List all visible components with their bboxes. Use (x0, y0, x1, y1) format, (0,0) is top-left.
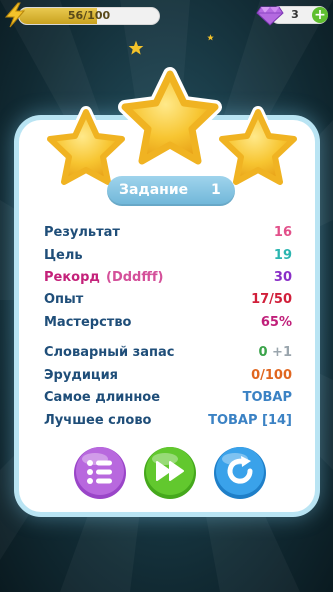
word-row-best: Лучшее слово ТОВАР [14] (44, 413, 292, 431)
vocabulary-count: 0 (258, 345, 268, 360)
stat-label: Опыт (44, 292, 84, 307)
stat-label: Цель (44, 248, 83, 263)
record-holder: (Dddfff) (106, 270, 164, 285)
list-icon (74, 447, 126, 499)
diamond-icon (256, 6, 284, 26)
word-label: Словарный запас (44, 345, 175, 360)
word-value: 0/100 (251, 368, 292, 383)
fast-forward-icon (144, 447, 196, 499)
stat-row-mastery: Мастерство 65% (44, 315, 292, 333)
word-row-erudition: Эрудиция 0/100 (44, 368, 292, 386)
word-row-longest: Самое длинное ТОВАР (44, 390, 292, 408)
next-level-button[interactable] (143, 446, 197, 500)
stat-value: 65% (260, 315, 292, 330)
stat-value: 16 (273, 225, 292, 240)
word-value: ТОВАР [14] (208, 413, 292, 428)
word-label: Лучшее слово (44, 413, 152, 428)
gems-bar: 3 + (256, 4, 330, 26)
retry-button[interactable] (213, 446, 267, 500)
sparkle-star-icon (128, 40, 144, 55)
sparkle-star-icon (207, 34, 214, 41)
stat-row-goal: Цель 19 (44, 248, 292, 266)
energy-bar: 56/100 (2, 2, 160, 28)
refresh-icon (214, 447, 266, 499)
stat-row-record: Рекорд (Dddfff) 30 (44, 270, 292, 288)
stat-label: Рекорд (44, 270, 100, 285)
word-row-vocabulary: Словарный запас 0 +1 (44, 345, 292, 363)
stat-value: 30 (273, 270, 292, 285)
word-value: ТОВАР (242, 390, 292, 405)
stat-label: Мастерство (44, 315, 132, 330)
level-title: Задание (119, 182, 189, 198)
stat-value: 19 (273, 248, 292, 263)
level-title-pill: Задание 1 (107, 176, 235, 206)
word-label: Эрудиция (44, 368, 119, 383)
level-number: 1 (211, 182, 221, 198)
energy-track: 56/100 (18, 7, 160, 25)
stat-row-result: Результат 16 (44, 225, 292, 243)
word-label: Самое длинное (44, 390, 161, 405)
stat-label: Результат (44, 225, 120, 240)
stat-value: 17/50 (251, 292, 292, 307)
energy-text: 56/100 (67, 9, 111, 22)
gems-count: 3 (291, 8, 299, 21)
menu-button[interactable] (73, 446, 127, 500)
vocabulary-bonus: +1 (272, 345, 292, 360)
stat-row-experience: Опыт 17/50 (44, 292, 292, 310)
lightning-icon (4, 2, 26, 28)
add-gems-button[interactable]: + (312, 7, 328, 23)
word-value: 0 +1 (258, 345, 292, 360)
